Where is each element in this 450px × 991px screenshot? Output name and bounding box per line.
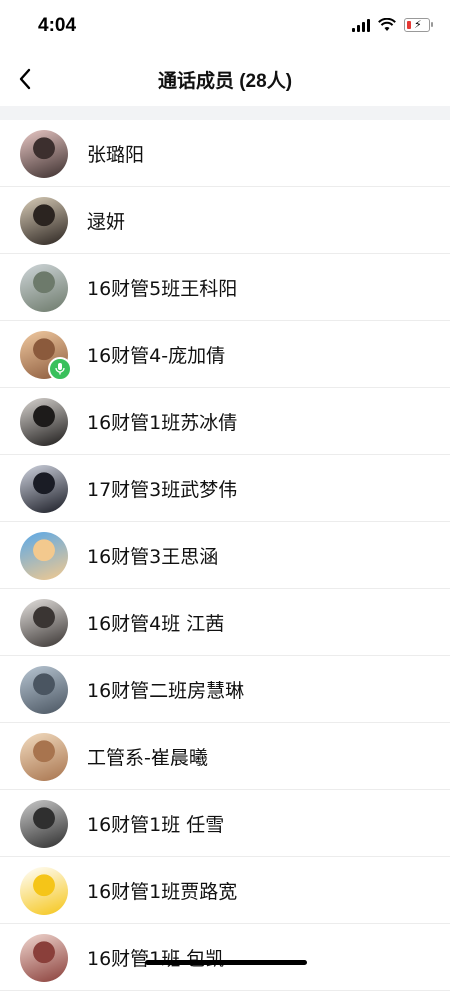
avatar xyxy=(20,866,68,915)
home-indicator xyxy=(145,960,307,965)
member-name: 16财管4班 江茜 xyxy=(87,613,225,635)
avatar xyxy=(20,531,68,580)
member-item[interactable]: 17财管3班武梦伟 xyxy=(0,455,450,522)
member-item[interactable]: 工管系-崔晨曦 xyxy=(0,723,450,790)
member-name: 16财管1班贾路宽 xyxy=(87,881,238,903)
avatar xyxy=(20,330,72,381)
status-bar: 4:04 ⚡ xyxy=(0,0,450,52)
member-item[interactable]: 16财管1班 包凯... xyxy=(0,924,450,991)
member-name: 张璐阳 xyxy=(87,144,145,166)
avatar-image xyxy=(20,464,68,513)
member-name: 16财管二班房慧琳 xyxy=(87,680,245,702)
cellular-signal-icon xyxy=(352,18,370,32)
member-item[interactable]: 16财管3王思涵 xyxy=(0,522,450,589)
avatar-image xyxy=(20,933,68,982)
member-list: 张璐阳逯妍 16财管5班王科阳 16财管4-庞加倩 16财管1班苏冰倩 17财管3班武梦… xyxy=(0,120,450,991)
avatar xyxy=(20,129,68,178)
avatar xyxy=(20,598,68,647)
avatar xyxy=(20,665,68,714)
member-item[interactable]: 16财管二班房慧琳 xyxy=(0,656,450,723)
avatar-image xyxy=(20,732,68,781)
avatar-image xyxy=(20,129,68,178)
page-title: 通话成员 (28人) xyxy=(157,71,293,92)
avatar-image xyxy=(20,397,68,446)
member-name: 工管系-崔晨曦 xyxy=(87,747,208,769)
microphone-icon xyxy=(48,356,72,381)
member-name: 16财管4-庞加倩 xyxy=(87,345,226,367)
avatar xyxy=(20,196,68,245)
avatar-image xyxy=(20,799,68,848)
avatar-image xyxy=(20,531,68,580)
status-time: 4:04 xyxy=(38,15,77,36)
avatar xyxy=(20,397,68,446)
avatar-image xyxy=(20,196,68,245)
avatar-image xyxy=(20,598,68,647)
member-name: 16财管1班苏冰倩 xyxy=(87,412,238,434)
member-item[interactable]: 16财管4-庞加倩 xyxy=(0,321,450,388)
section-divider xyxy=(0,106,450,120)
member-item[interactable]: 16财管1班苏冰倩 xyxy=(0,388,450,455)
member-item[interactable]: 逯妍 xyxy=(0,187,450,254)
member-item[interactable]: 16财管1班 任雪 xyxy=(0,790,450,857)
avatar xyxy=(20,732,68,781)
avatar xyxy=(20,799,68,848)
battery-icon: ⚡ xyxy=(404,18,433,32)
member-item[interactable]: 16财管4班 江茜 xyxy=(0,589,450,656)
member-item[interactable]: 16财管1班贾路宽 xyxy=(0,857,450,924)
avatar xyxy=(20,464,68,513)
member-name: 16财管3王思涵 xyxy=(87,546,219,568)
avatar-image xyxy=(20,665,68,714)
member-name: 逯妍 xyxy=(87,211,126,233)
member-name: 17财管3班武梦伟 xyxy=(87,479,238,501)
avatar xyxy=(20,263,68,312)
wifi-icon xyxy=(378,18,396,31)
avatar-image xyxy=(20,866,68,915)
avatar xyxy=(20,933,68,982)
member-name: 16财管5班王科阳 xyxy=(87,278,238,300)
avatar-image xyxy=(20,263,68,312)
member-name: 16财管1班 任雪 xyxy=(87,814,225,836)
member-name: 16财管1班 包凯... xyxy=(87,948,243,970)
member-item[interactable]: 张璐阳 xyxy=(0,120,450,187)
member-item[interactable]: 16财管5班王科阳 xyxy=(0,254,450,321)
status-icons: ⚡ xyxy=(352,18,433,32)
nav-bar: 通话成员 (28人) xyxy=(0,52,450,106)
